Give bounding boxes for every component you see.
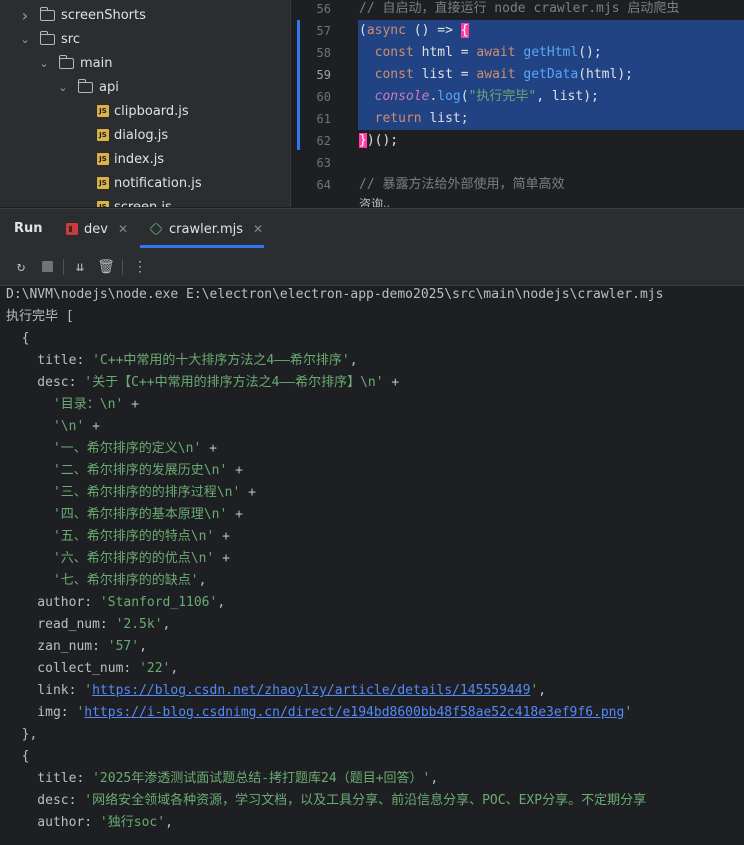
code-line-65-partial: 咨询⌄	[359, 197, 391, 207]
tree-folder[interactable]: ⌄ src	[18, 27, 80, 51]
console-link: link: 'https://blog.csdn.net/zhaoylzy/ar…	[6, 683, 547, 698]
tree-folder[interactable]: ⌄ api	[56, 75, 119, 99]
code-line-60[interactable]: console.log("执行完毕", list);	[359, 86, 599, 108]
code-line-58[interactable]: const html = await getHtml();	[359, 42, 602, 64]
tree-item-label: index.js	[114, 151, 165, 167]
line-number: 59	[316, 68, 331, 82]
tree-file[interactable]: JS dialog.js	[75, 123, 168, 147]
tree-item-label: api	[99, 79, 119, 95]
tree-file[interactable]: JS clipboard.js	[75, 99, 189, 123]
console-desc-line: '\n' +	[52, 419, 100, 434]
folder-icon	[58, 54, 74, 69]
tab-crawler-label: crawler.mjs	[169, 221, 244, 237]
console-desc-line: '五、希尔排序的的特点\n' +	[52, 529, 230, 544]
code-line-61[interactable]: return list;	[359, 108, 469, 130]
folder-icon	[77, 78, 93, 93]
code-editor[interactable]: 56 57 58 59 60 61 62 63 64 // 自启动，直接运行 node craw…	[291, 0, 744, 207]
tab-crawler[interactable]: crawler.mjs ✕	[149, 209, 263, 249]
link-url[interactable]: https://blog.csdn.net/zhaoylzy/article/d…	[92, 683, 530, 698]
console-desc-line: '四、希尔排序的基本原理\n' +	[52, 507, 243, 522]
img-url[interactable]: https://i-blog.csdnimg.cn/direct/e194bd8…	[84, 705, 624, 720]
js-file-icon: JS	[97, 153, 109, 165]
active-tab-indicator	[140, 245, 264, 248]
console-desc-line: '二、希尔排序的发展历史\n' +	[52, 463, 243, 478]
line-number: 64	[316, 178, 331, 192]
js-file-icon: JS	[97, 177, 109, 189]
console-title: title: 'C++中常用的十大排序方法之4——希尔排序',	[6, 353, 358, 368]
tab-dev[interactable]: dev ✕	[66, 209, 128, 249]
console-desc-line: '六、希尔排序的的优点\n' +	[52, 551, 230, 566]
console-img: img: 'https://i-blog.csdnimg.cn/direct/e…	[6, 705, 633, 720]
scroll-to-end-icon[interactable]: ⇊	[71, 258, 89, 276]
tree-item-label: src	[61, 31, 80, 47]
console-zan-num: zan_num: '57',	[6, 639, 147, 654]
tree-item-label: notification.js	[114, 175, 202, 191]
folder-icon	[39, 30, 55, 45]
tree-item-label: screen.js	[114, 199, 172, 208]
line-number: 62	[316, 134, 331, 148]
js-file-icon: JS	[97, 105, 109, 117]
console-brace: },	[6, 727, 38, 742]
console-read-num: read_num: '2.5k',	[6, 617, 171, 632]
tree-item-label: dialog.js	[114, 127, 169, 143]
console-author: author: 'Stanford_1106',	[6, 595, 226, 610]
line-number: 61	[316, 112, 331, 126]
project-tree[interactable]: › screenShorts ⌄ src ⌄ main ⌄ api JS clipboard.js…	[0, 0, 290, 207]
console-output[interactable]: D:\NVM\nodejs\node.exe E:\electron\elect…	[0, 286, 744, 845]
line-number: 56	[316, 2, 331, 16]
js-file-icon: JS	[97, 129, 109, 141]
line-number: 63	[316, 156, 331, 170]
chevron-down-icon[interactable]: ⌄	[56, 81, 70, 94]
tree-folder[interactable]: › screenShorts	[18, 3, 146, 27]
console-brace: {	[6, 331, 30, 346]
console-title: title: '2025年渗透测试面试题总结-拷打题库24（题目+回答）',	[6, 771, 439, 786]
tree-folder[interactable]: ⌄ main	[37, 51, 112, 75]
line-number: 60	[316, 90, 331, 104]
tree-file[interactable]: JS notification.js	[75, 171, 202, 195]
code-line-56[interactable]: // 自启动，直接运行 node crawler.mjs 启动爬虫	[359, 0, 679, 20]
chevron-down-icon[interactable]: ⌄	[18, 33, 32, 46]
stop-icon[interactable]	[38, 258, 56, 276]
rerun-icon[interactable]: ↻	[12, 258, 30, 276]
console-author: author: '独行soc',	[6, 815, 173, 830]
nodejs-icon	[149, 222, 163, 236]
close-icon[interactable]: ✕	[253, 222, 263, 236]
console-desc: desc: '关于【C++中常用的排序方法之4——希尔排序】\n' +	[6, 375, 400, 390]
run-toolbar: ↻ ⇊ 🗑 ⋮	[0, 249, 744, 286]
chevron-down-icon[interactable]: ⌄	[37, 57, 51, 70]
console-done-line: 执行完毕 [	[6, 309, 74, 324]
line-number: 58	[316, 46, 331, 60]
ide-top-area: › screenShorts ⌄ src ⌄ main ⌄ api JS clipboard.js…	[0, 0, 744, 207]
console-desc-line: '三、希尔排序的的排序过程\n' +	[52, 485, 256, 500]
tree-item-label: main	[80, 55, 113, 71]
code-line-59[interactable]: const list = await getData(html);	[359, 64, 633, 86]
tab-dev-label: dev	[84, 221, 108, 237]
js-file-icon: JS	[97, 201, 109, 207]
console-collect-num: collect_num: '22',	[6, 661, 179, 676]
npm-icon	[66, 223, 78, 235]
run-title: Run	[14, 221, 43, 236]
console-desc-line: '目录：\n' +	[52, 397, 139, 412]
console-desc-line: '一、希尔排序的定义\n' +	[52, 441, 217, 456]
more-options-icon[interactable]: ⋮	[131, 258, 149, 276]
code-line-57[interactable]: (async () => {	[359, 20, 469, 42]
tree-item-label: screenShorts	[61, 7, 146, 23]
tree-file[interactable]: JS index.js	[75, 147, 164, 171]
toolbar-divider	[63, 259, 64, 275]
tree-item-label: clipboard.js	[114, 103, 189, 119]
console-command-line: D:\NVM\nodejs\node.exe E:\electron\elect…	[6, 287, 664, 302]
console-desc: desc: '网络安全领域各种资源，学习文档，以及工具分享、前沿信息分享、POC…	[6, 793, 647, 808]
code-line-62[interactable]: })();	[359, 130, 398, 152]
folder-icon	[39, 6, 55, 21]
run-tool-window-header: Run dev ✕ crawler.mjs ✕	[0, 208, 744, 249]
chevron-right-icon[interactable]: ›	[18, 6, 32, 25]
console-desc-line: '七、希尔排序的的缺点',	[52, 573, 207, 588]
line-number: 57	[316, 24, 331, 38]
tree-file[interactable]: JS screen.js	[75, 195, 172, 207]
console-brace: {	[6, 749, 30, 764]
toolbar-divider	[122, 259, 123, 275]
trash-icon[interactable]: 🗑	[97, 258, 115, 276]
close-icon[interactable]: ✕	[118, 222, 128, 236]
